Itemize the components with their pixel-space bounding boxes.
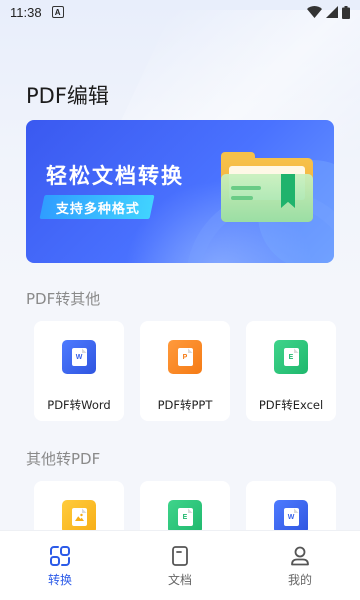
tab-convert[interactable]: 转换 xyxy=(0,531,120,600)
tab-documents-label: 文档 xyxy=(167,573,192,587)
tab-profile[interactable]: 我的 xyxy=(240,531,360,600)
tab-documents[interactable]: 文档 xyxy=(120,531,240,600)
folder-illustration-icon xyxy=(221,152,313,222)
image-file-icon xyxy=(62,500,96,534)
tab-convert-label: 转换 xyxy=(47,573,72,587)
status-bar: 11:38 A xyxy=(0,0,360,24)
folder-line xyxy=(231,196,253,200)
banner-tagline: 支持多种格式 xyxy=(39,195,155,219)
picture-icon xyxy=(74,513,84,521)
folder-line xyxy=(231,186,261,190)
banner-tagline-text: 支持多种格式 xyxy=(56,201,141,217)
convert-icon xyxy=(50,546,70,566)
pdf-to-word-card[interactable]: W PDF转Word xyxy=(34,321,124,421)
pdf-to-ppt-card[interactable]: P PDF转PPT xyxy=(140,321,230,421)
cellular-signal-icon xyxy=(326,6,338,18)
bottom-tab-bar: 转换 文档 我的 xyxy=(0,530,360,600)
pdf-to-word-label: PDF转Word xyxy=(47,398,111,412)
document-icon xyxy=(172,546,188,566)
word-file-icon: W xyxy=(274,500,308,534)
excel-file-icon: E xyxy=(168,500,202,534)
banner-headline: 轻松文档转换 xyxy=(46,164,184,188)
pdf-to-excel-label: PDF转Excel xyxy=(258,398,324,412)
excel-file-icon: E xyxy=(274,340,308,374)
word-file-icon: W xyxy=(62,340,96,374)
image-doc-glyph xyxy=(71,508,87,526)
status-indicators xyxy=(307,5,350,19)
notification-icon: A xyxy=(51,6,64,18)
battery-icon xyxy=(342,5,350,19)
ppt-doc-glyph: P xyxy=(177,348,193,366)
pdf-to-ppt-label: PDF转PPT xyxy=(157,398,213,412)
word-doc-glyph: W xyxy=(71,348,87,366)
wifi-icon xyxy=(307,6,322,18)
promo-banner[interactable]: 轻松文档转换 支持多种格式 xyxy=(26,120,334,263)
section-title-other-to-pdf: 其他转PDF xyxy=(26,450,101,468)
tab-profile-label: 我的 xyxy=(287,573,312,587)
excel-doc-glyph: E xyxy=(177,508,193,526)
page-title: PDF编辑 xyxy=(26,84,109,108)
excel-doc-glyph: E xyxy=(283,348,299,366)
word-doc-glyph: W xyxy=(283,508,299,526)
section-title-pdf-to-other: PDF转其他 xyxy=(26,290,101,308)
status-time: 11:38 xyxy=(10,4,42,20)
ppt-file-icon: P xyxy=(168,340,202,374)
pdf-to-excel-card[interactable]: E PDF转Excel xyxy=(246,321,336,421)
profile-icon xyxy=(291,546,309,566)
